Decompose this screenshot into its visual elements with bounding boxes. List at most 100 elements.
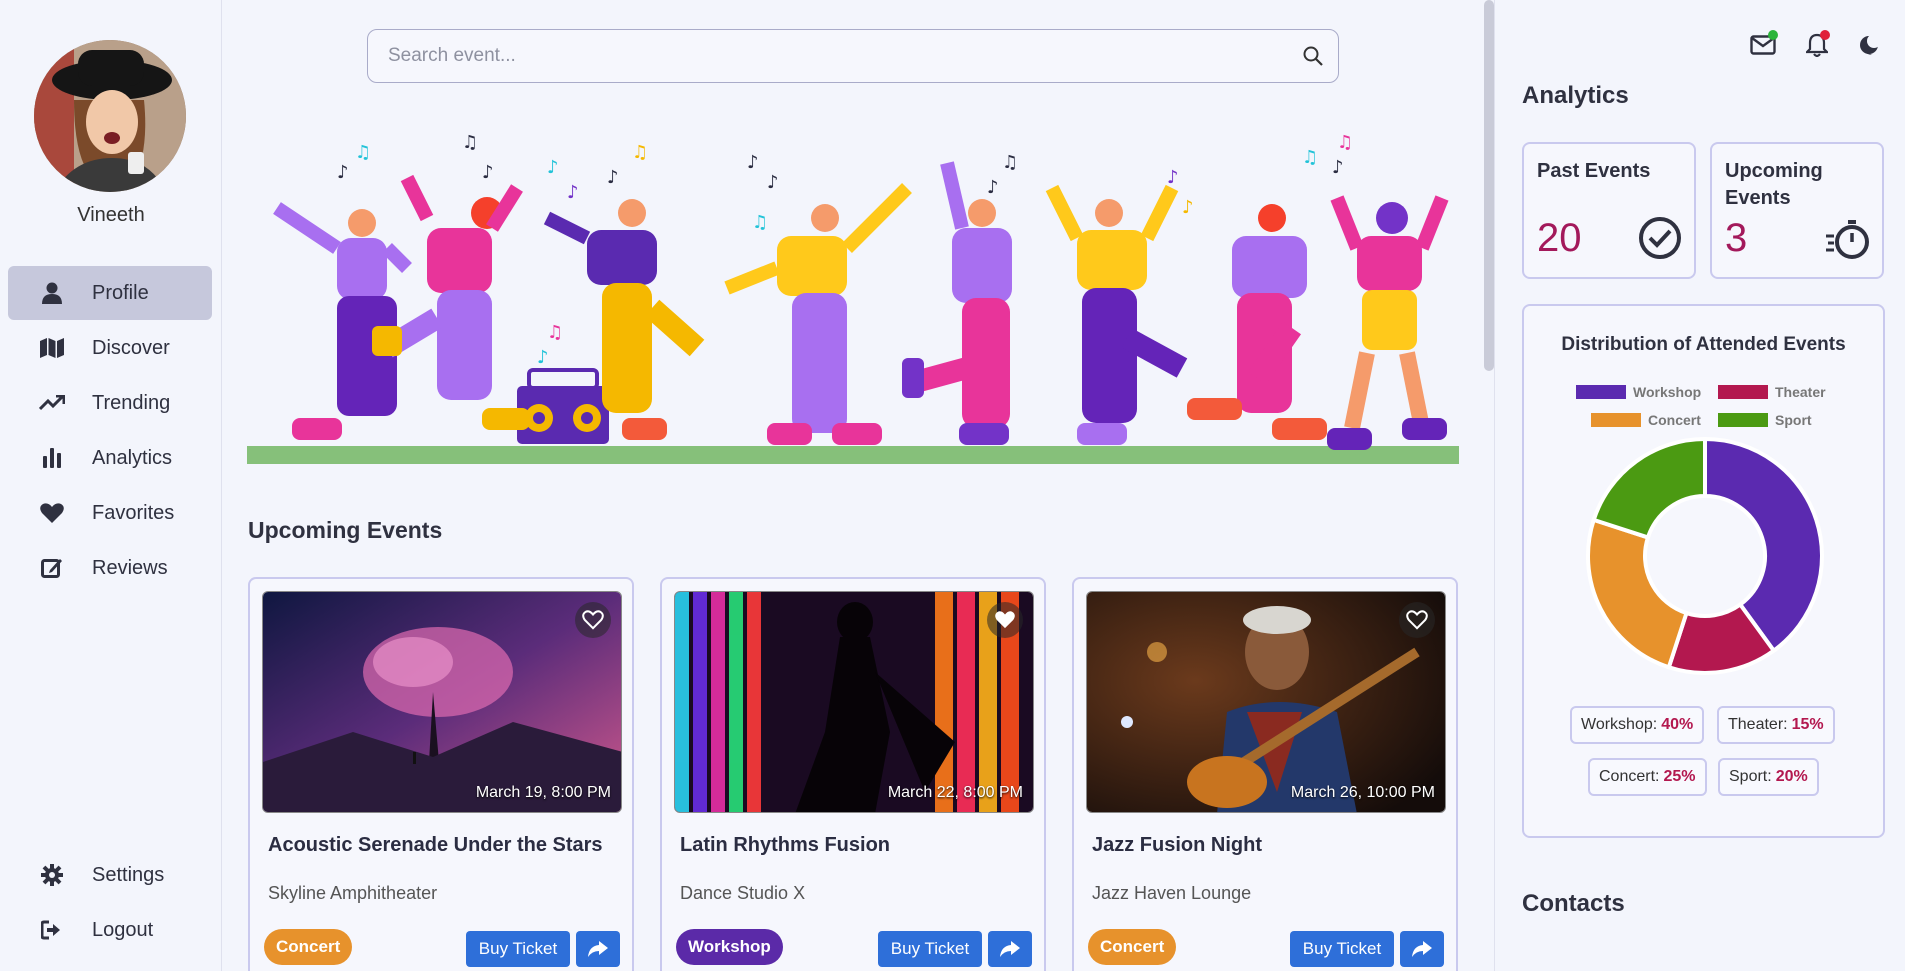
event-card[interactable]: March 22, 8:00 PM Latin Rhythms Fusion D… bbox=[660, 577, 1046, 971]
sidebar-item-discover[interactable]: Discover bbox=[8, 321, 212, 375]
sidebar-item-analytics[interactable]: Analytics bbox=[8, 431, 212, 485]
event-title[interactable]: Latin Rhythms Fusion bbox=[680, 834, 890, 857]
sidebar-item-profile[interactable]: Profile bbox=[8, 266, 212, 320]
event-date: March 19, 8:00 PM bbox=[475, 784, 611, 801]
legend-label: Workshop bbox=[1633, 384, 1702, 400]
legend-item-concert[interactable]: Concert bbox=[1591, 412, 1701, 428]
main-scrollbar[interactable] bbox=[1484, 0, 1494, 371]
share-icon bbox=[588, 941, 608, 957]
category-badge: Workshop bbox=[676, 929, 783, 965]
svg-text:♫: ♫ bbox=[752, 212, 768, 233]
hero-illustration: ♪ ♫ ♫ ♪ ♪ ♪ ♫ ♪ ♪ ♪ ♫ ♫ ♪ ♪ ♪ ♫ ♫ ♪ ♫ ♪ bbox=[247, 118, 1459, 478]
buy-ticket-button[interactable]: Buy Ticket bbox=[466, 931, 570, 967]
percent-badge-workshop: Workshop: 40% bbox=[1570, 706, 1705, 744]
event-date: March 26, 10:00 PM bbox=[1290, 784, 1435, 801]
donut-chart bbox=[1586, 436, 1824, 675]
svg-text:♪: ♪ bbox=[767, 172, 779, 193]
check-circle-icon bbox=[1638, 216, 1682, 265]
legend-swatch bbox=[1718, 413, 1768, 427]
notification-badge-dot bbox=[1820, 30, 1830, 40]
share-button[interactable] bbox=[576, 931, 620, 967]
event-image[interactable]: March 19, 8:00 PM bbox=[262, 591, 622, 813]
sidebar-item-settings[interactable]: Settings bbox=[8, 848, 212, 902]
event-card[interactable]: March 26, 10:00 PM Jazz Fusion Night Jaz… bbox=[1072, 577, 1458, 971]
bar-chart-icon bbox=[38, 448, 66, 468]
mail-badge-dot bbox=[1768, 30, 1778, 40]
event-title[interactable]: Acoustic Serenade Under the Stars bbox=[268, 834, 603, 857]
past-events-label: Past Events bbox=[1537, 160, 1651, 182]
event-date: March 22, 8:00 PM bbox=[887, 784, 1023, 801]
heart-filled-icon bbox=[995, 611, 1015, 629]
heart-outline-icon bbox=[582, 610, 604, 630]
svg-text:♫: ♫ bbox=[1302, 147, 1318, 168]
share-button[interactable] bbox=[988, 931, 1032, 967]
svg-text:♪: ♪ bbox=[537, 347, 549, 368]
buy-ticket-button[interactable]: Buy Ticket bbox=[1290, 931, 1394, 967]
past-events-card: Past Events 20 bbox=[1522, 142, 1696, 279]
svg-text:♪: ♪ bbox=[747, 152, 759, 173]
sidebar-item-label: Favorites bbox=[92, 501, 175, 524]
sidebar-item-favorites[interactable]: Favorites bbox=[8, 486, 212, 540]
share-icon bbox=[1412, 941, 1432, 957]
sidebar-item-trending[interactable]: Trending bbox=[8, 376, 212, 430]
legend-item-sport[interactable]: Sport bbox=[1718, 412, 1812, 428]
donut-slice-concert[interactable] bbox=[1586, 517, 1689, 670]
svg-text:♪: ♪ bbox=[1167, 167, 1179, 188]
upcoming-events-label: Upcoming Events bbox=[1725, 160, 1823, 209]
analytics-title: Analytics bbox=[1522, 82, 1629, 109]
event-venue: Dance Studio X bbox=[680, 883, 806, 903]
contacts-title: Contacts bbox=[1522, 890, 1625, 917]
svg-text:♫: ♫ bbox=[462, 132, 478, 153]
avatar[interactable] bbox=[34, 40, 186, 192]
svg-text:♫: ♫ bbox=[355, 142, 371, 163]
event-image[interactable]: March 26, 10:00 PM bbox=[1086, 591, 1446, 813]
svg-text:♪: ♪ bbox=[607, 167, 619, 188]
svg-text:♪: ♪ bbox=[1332, 157, 1344, 178]
donut-slice-sport[interactable] bbox=[1591, 436, 1707, 540]
favorite-button[interactable] bbox=[1399, 602, 1435, 638]
sidebar-item-reviews[interactable]: Reviews bbox=[8, 541, 212, 595]
search-input[interactable] bbox=[388, 45, 1288, 67]
sidebar-item-label: Trending bbox=[92, 391, 171, 414]
gear-icon bbox=[38, 864, 66, 886]
bell-icon[interactable] bbox=[1802, 30, 1832, 60]
dark-mode-moon-icon[interactable] bbox=[1854, 30, 1884, 60]
event-title[interactable]: Jazz Fusion Night bbox=[1092, 834, 1262, 857]
legend-item-theater[interactable]: Theater bbox=[1718, 384, 1826, 400]
upcoming-events-card: Upcoming Events 3 bbox=[1710, 142, 1884, 279]
distribution-card: Distribution of Attended Events Workshop… bbox=[1522, 304, 1885, 838]
share-button[interactable] bbox=[1400, 931, 1444, 967]
search-bar[interactable] bbox=[367, 29, 1339, 83]
legend-swatch bbox=[1591, 413, 1641, 427]
svg-text:♫: ♫ bbox=[1337, 132, 1353, 153]
distribution-title: Distribution of Attended Events bbox=[1561, 334, 1846, 355]
event-image[interactable]: March 22, 8:00 PM bbox=[674, 591, 1034, 813]
sidebar-item-label: Analytics bbox=[92, 446, 173, 469]
event-venue: Skyline Amphitheater bbox=[268, 883, 438, 903]
sidebar-item-label: Discover bbox=[92, 336, 170, 359]
sidebar: Vineeth Profile Discover Trending Analyt… bbox=[0, 0, 222, 971]
svg-text:♪: ♪ bbox=[987, 177, 999, 198]
map-icon bbox=[38, 338, 66, 358]
favorite-button[interactable] bbox=[575, 602, 611, 638]
legend-swatch bbox=[1718, 385, 1768, 399]
event-card[interactable]: March 19, 8:00 PM Acoustic Serenade Unde… bbox=[248, 577, 634, 971]
legend-item-workshop[interactable]: Workshop bbox=[1576, 384, 1701, 400]
sidebar-item-label: Settings bbox=[92, 863, 165, 886]
user-icon bbox=[38, 282, 66, 304]
svg-text:♪: ♪ bbox=[547, 157, 559, 178]
username: Vineeth bbox=[77, 204, 145, 226]
percent-badge-theater: Theater: 15% bbox=[1717, 706, 1835, 744]
stopwatch-icon bbox=[1826, 220, 1870, 265]
edit-icon bbox=[38, 557, 66, 579]
svg-text:♪: ♪ bbox=[337, 162, 349, 183]
section-title-upcoming: Upcoming Events bbox=[248, 517, 443, 543]
search-icon[interactable] bbox=[1288, 46, 1338, 66]
upcoming-events-count: 3 bbox=[1725, 216, 1748, 260]
mail-icon[interactable] bbox=[1748, 30, 1778, 60]
legend-label: Theater bbox=[1775, 384, 1826, 400]
sidebar-item-logout[interactable]: Logout bbox=[8, 903, 212, 957]
favorite-button[interactable] bbox=[987, 602, 1023, 638]
buy-ticket-button[interactable]: Buy Ticket bbox=[878, 931, 982, 967]
svg-text:♫: ♫ bbox=[632, 142, 648, 163]
